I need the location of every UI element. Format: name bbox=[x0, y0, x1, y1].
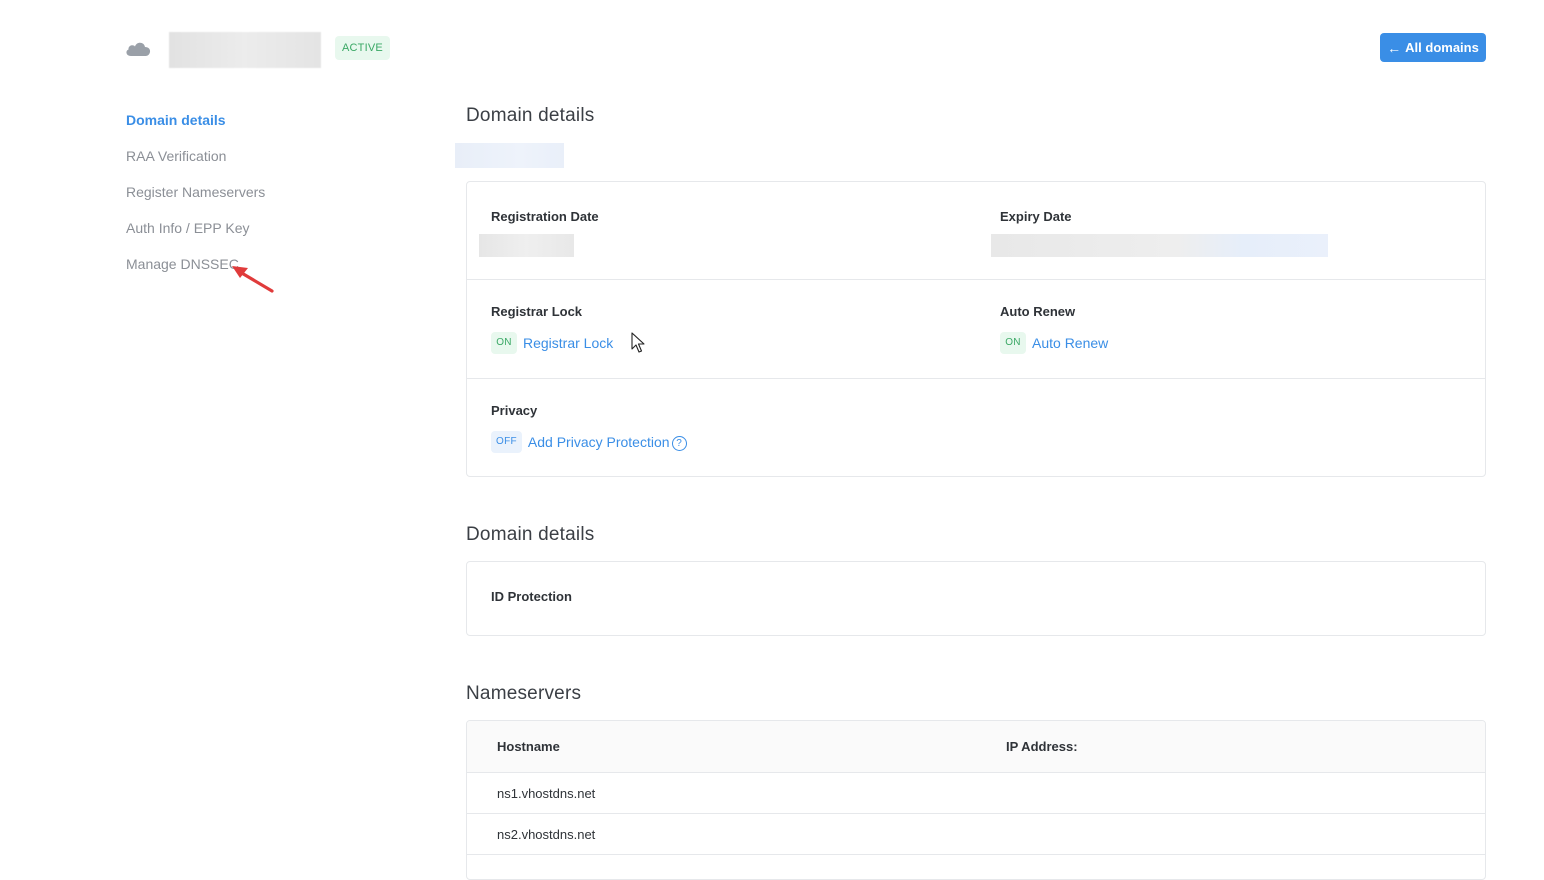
id-protection-label: ID Protection bbox=[491, 589, 572, 604]
domain-details-card: Registration Date Expiry Date Registrar … bbox=[466, 181, 1486, 477]
table-header: Hostname IP Address: bbox=[467, 721, 1485, 773]
auto-renew-label: Auto Renew bbox=[1000, 304, 1076, 319]
mouse-cursor-icon bbox=[631, 332, 645, 353]
status-badge: ACTIVE bbox=[335, 36, 390, 60]
sidebar-item-raa-verification[interactable]: RAA Verification bbox=[126, 144, 386, 180]
cloud-icon bbox=[126, 42, 151, 56]
sidebar-item-auth-info[interactable]: Auth Info / EPP Key bbox=[126, 216, 386, 252]
registrar-lock-status-pill: ON bbox=[491, 332, 517, 354]
registration-date-value-redacted bbox=[479, 234, 574, 257]
help-circle-icon[interactable]: ? bbox=[671, 435, 687, 451]
section-title-domain-details: Domain details bbox=[466, 105, 595, 126]
registrar-lock-label: Registrar Lock bbox=[491, 304, 583, 319]
table-row: ns1.vhostdns.net bbox=[467, 773, 1485, 814]
all-domains-button[interactable]: ← All domains bbox=[1380, 33, 1486, 62]
sidebar-item-domain-details[interactable]: Domain details bbox=[126, 108, 386, 144]
top-bar: ACTIVE ← All domains bbox=[0, 0, 1544, 95]
section-title-domain-details-2: Domain details bbox=[466, 524, 595, 545]
sidebar-item-register-nameservers[interactable]: Register Nameservers bbox=[126, 180, 386, 216]
hostname-cell: ns2.vhostdns.net bbox=[497, 827, 596, 842]
registration-date-label: Registration Date bbox=[491, 209, 599, 224]
arrow-left-icon: ← bbox=[1387, 39, 1402, 56]
auto-renew-link[interactable]: Auto Renew bbox=[1032, 335, 1108, 351]
column-header-ip-address: IP Address: bbox=[1006, 739, 1078, 754]
nameservers-table: Hostname IP Address: ns1.vhostdns.net ns… bbox=[466, 720, 1486, 880]
all-domains-label: All domains bbox=[1405, 40, 1479, 55]
dates-row: Registration Date Expiry Date bbox=[467, 182, 1485, 280]
table-row: ns2.vhostdns.net bbox=[467, 814, 1485, 855]
lock-renew-row: Registrar Lock ON Registrar Lock Auto Re… bbox=[467, 280, 1485, 379]
privacy-label: Privacy bbox=[491, 403, 538, 418]
hostname-cell: ns1.vhostdns.net bbox=[497, 786, 596, 801]
privacy-row: Privacy OFF Add Privacy Protection? bbox=[467, 379, 1485, 476]
domain-name-redacted bbox=[169, 32, 321, 68]
registrar-lock-toggle[interactable]: ON Registrar Lock bbox=[491, 332, 613, 354]
column-header-hostname: Hostname bbox=[497, 739, 560, 754]
privacy-toggle[interactable]: OFF Add Privacy Protection? bbox=[491, 431, 687, 453]
auto-renew-status-pill: ON bbox=[1000, 332, 1026, 354]
registrar-lock-link[interactable]: Registrar Lock bbox=[523, 335, 613, 351]
sidebar-nav: Domain details RAA Verification Register… bbox=[126, 108, 386, 288]
expiry-date-label: Expiry Date bbox=[1000, 209, 1072, 224]
section-title-nameservers: Nameservers bbox=[466, 683, 582, 704]
id-protection-card: ID Protection bbox=[466, 561, 1486, 636]
auto-renew-toggle[interactable]: ON Auto Renew bbox=[1000, 332, 1108, 354]
annotation-arrow-icon bbox=[232, 266, 274, 293]
subtitle-redacted bbox=[455, 143, 564, 168]
add-privacy-protection-label: Add Privacy Protection bbox=[527, 433, 670, 450]
privacy-status-pill: OFF bbox=[491, 431, 522, 453]
expiry-date-value-redacted bbox=[991, 234, 1328, 257]
add-privacy-protection-link[interactable]: Add Privacy Protection? bbox=[528, 434, 687, 451]
